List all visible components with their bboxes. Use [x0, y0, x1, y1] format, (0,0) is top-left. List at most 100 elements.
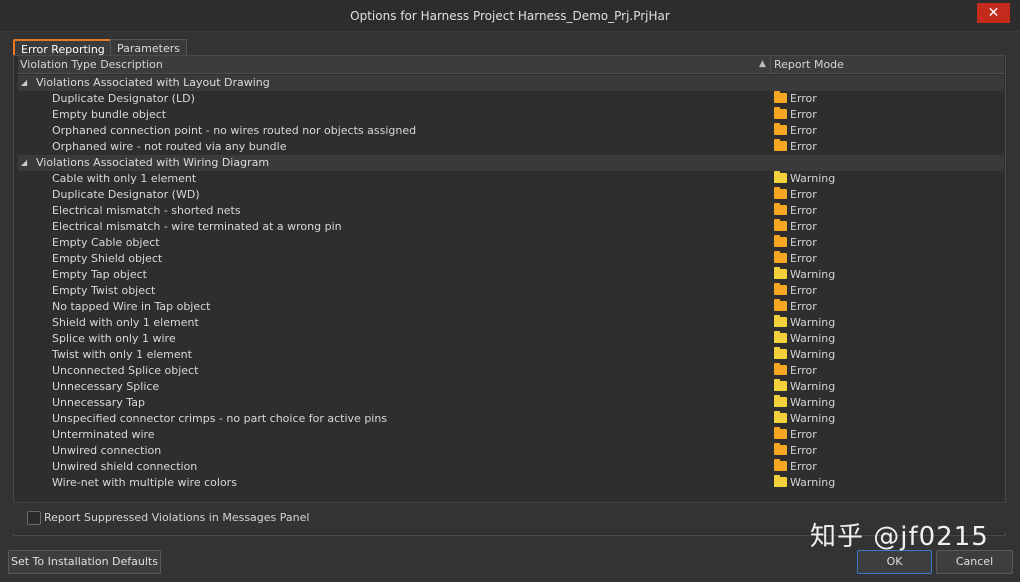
- report-mode-cell[interactable]: Warning: [774, 411, 835, 427]
- group-label: Violations Associated with Wiring Diagra…: [36, 156, 270, 169]
- violation-row[interactable]: Unconnected Splice object Error: [18, 363, 1004, 379]
- column-header-description[interactable]: Violation Type Description: [20, 58, 163, 71]
- report-mode-cell[interactable]: Error: [774, 363, 817, 379]
- report-mode-text: Error: [790, 428, 817, 441]
- violation-description: Empty Tap object: [52, 268, 147, 281]
- violation-row[interactable]: Cable with only 1 element Warning: [18, 171, 1004, 187]
- violation-row[interactable]: Empty Cable object Error: [18, 235, 1004, 251]
- violation-row[interactable]: Unspecified connector crimps - no part c…: [18, 411, 1004, 427]
- violation-row[interactable]: Unnecessary Splice Warning: [18, 379, 1004, 395]
- report-mode-cell[interactable]: Warning: [774, 315, 835, 331]
- violation-row[interactable]: Shield with only 1 element Warning: [18, 315, 1004, 331]
- report-mode-cell[interactable]: Error: [774, 443, 817, 459]
- violation-row[interactable]: Unnecessary Tap Warning: [18, 395, 1004, 411]
- folder-icon: [774, 395, 787, 407]
- report-mode-text: Error: [790, 188, 817, 201]
- report-mode-cell[interactable]: Warning: [774, 379, 835, 395]
- report-mode-cell[interactable]: Warning: [774, 347, 835, 363]
- report-mode-cell[interactable]: Error: [774, 187, 817, 203]
- violation-row[interactable]: Unterminated wire Error: [18, 427, 1004, 443]
- folder-icon: [774, 379, 787, 391]
- report-mode-cell[interactable]: Error: [774, 203, 817, 219]
- folder-icon: [774, 331, 787, 343]
- report-mode-cell[interactable]: Warning: [774, 267, 835, 283]
- group-row[interactable]: ◢ Violations Associated with Wiring Diagr…: [18, 155, 1004, 171]
- violation-description: Cable with only 1 element: [52, 172, 197, 185]
- violation-description: Orphaned wire - not routed via any bundl…: [52, 140, 287, 153]
- folder-icon: [774, 251, 787, 263]
- violation-description: Empty Twist object: [52, 284, 156, 297]
- cancel-button[interactable]: Cancel: [936, 550, 1013, 574]
- report-mode-text: Warning: [790, 412, 836, 425]
- report-mode-cell[interactable]: Warning: [774, 475, 835, 491]
- violation-row[interactable]: Splice with only 1 wire Warning: [18, 331, 1004, 347]
- violation-row[interactable]: Empty Tap object Warning: [18, 267, 1004, 283]
- violation-row[interactable]: No tapped Wire in Tap object Error: [18, 299, 1004, 315]
- folder-icon: [774, 363, 787, 375]
- report-mode-text: Warning: [790, 172, 836, 185]
- folder-icon: [774, 91, 787, 103]
- violation-row[interactable]: Orphaned connection point - no wires rou…: [18, 123, 1004, 139]
- report-mode-text: Error: [790, 252, 817, 265]
- column-header-report-mode[interactable]: Report Mode: [774, 58, 844, 71]
- violation-description: No tapped Wire in Tap object: [52, 300, 211, 313]
- report-mode-cell[interactable]: Error: [774, 139, 817, 155]
- violation-row[interactable]: Duplicate Designator (WD) Error: [18, 187, 1004, 203]
- violation-description: Wire-net with multiple wire colors: [52, 476, 237, 489]
- column-separator[interactable]: [770, 56, 771, 73]
- folder-icon: [774, 475, 787, 487]
- group-label: Violations Associated with Layout Drawin…: [36, 76, 270, 89]
- report-mode-cell[interactable]: Error: [774, 251, 817, 267]
- violation-row[interactable]: Unwired shield connection Error: [18, 459, 1004, 475]
- violation-description: Unnecessary Splice: [52, 380, 160, 393]
- report-mode-text: Warning: [790, 332, 836, 345]
- collapse-triangle-icon[interactable]: ◢: [21, 155, 27, 171]
- report-mode-text: Warning: [790, 348, 836, 361]
- collapse-triangle-icon[interactable]: ◢: [21, 75, 27, 91]
- report-mode-cell[interactable]: Warning: [774, 395, 835, 411]
- report-mode-cell[interactable]: Error: [774, 283, 817, 299]
- folder-icon: [774, 171, 787, 183]
- set-installation-defaults-button[interactable]: Set To Installation Defaults: [8, 550, 161, 574]
- violation-row[interactable]: Electrical mismatch - shorted nets Error: [18, 203, 1004, 219]
- report-mode-cell[interactable]: Error: [774, 91, 817, 107]
- folder-icon: [774, 459, 787, 471]
- violation-row[interactable]: Unwired connection Error: [18, 443, 1004, 459]
- report-mode-text: Error: [790, 284, 817, 297]
- violation-row[interactable]: Duplicate Designator (LD) Error: [18, 91, 1004, 107]
- report-mode-text: Error: [790, 220, 817, 233]
- violation-description: Unwired connection: [52, 444, 162, 457]
- ok-button[interactable]: OK: [857, 550, 932, 574]
- report-suppressed-checkbox[interactable]: [27, 511, 41, 525]
- violation-row[interactable]: Twist with only 1 element Warning: [18, 347, 1004, 363]
- violations-grid: Violation Type Description ▲ Report Mode…: [13, 55, 1006, 536]
- violation-description: Electrical mismatch - wire terminated at…: [52, 220, 342, 233]
- violation-row[interactable]: Wire-net with multiple wire colors Warnin…: [18, 475, 1004, 491]
- report-mode-text: Error: [790, 92, 817, 105]
- violation-row[interactable]: Empty bundle object Error: [18, 107, 1004, 123]
- violation-description: Orphaned connection point - no wires rou…: [52, 124, 417, 137]
- report-mode-cell[interactable]: Error: [774, 427, 817, 443]
- report-mode-text: Error: [790, 108, 817, 121]
- report-mode-cell[interactable]: Error: [774, 219, 817, 235]
- group-row[interactable]: ◢ Violations Associated with Layout Drawi…: [18, 75, 1004, 91]
- violation-row[interactable]: Empty Twist object Error: [18, 283, 1004, 299]
- watermark: 知乎 @jf0215: [810, 522, 989, 552]
- report-mode-cell[interactable]: Error: [774, 123, 817, 139]
- report-mode-text: Warning: [790, 316, 836, 329]
- close-button[interactable]: ✕: [977, 3, 1010, 23]
- violation-row[interactable]: Electrical mismatch - wire terminated at…: [18, 219, 1004, 235]
- folder-icon: [774, 283, 787, 295]
- violation-row[interactable]: Orphaned wire - not routed via any bundl…: [18, 139, 1004, 155]
- report-mode-text: Warning: [790, 476, 836, 489]
- violation-description: Unterminated wire: [52, 428, 155, 441]
- violation-row[interactable]: Empty Shield object Error: [18, 251, 1004, 267]
- title-bar: Options for Harness Project Harness_Demo…: [0, 0, 1020, 32]
- report-mode-cell[interactable]: Warning: [774, 331, 835, 347]
- window-title: Options for Harness Project Harness_Demo…: [350, 9, 670, 23]
- report-mode-cell[interactable]: Error: [774, 107, 817, 123]
- report-mode-cell[interactable]: Error: [774, 299, 817, 315]
- report-mode-cell[interactable]: Warning: [774, 171, 835, 187]
- report-mode-cell[interactable]: Error: [774, 459, 817, 475]
- report-mode-cell[interactable]: Error: [774, 235, 817, 251]
